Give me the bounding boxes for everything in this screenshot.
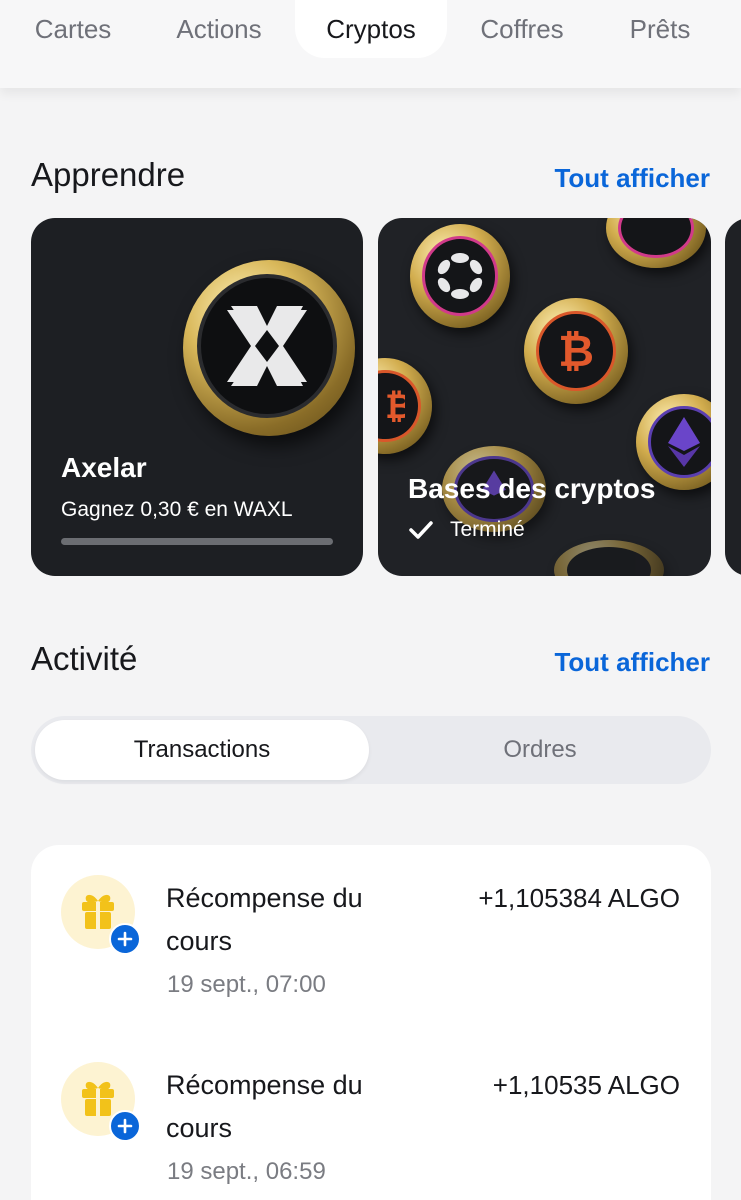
transaction-list: Récompense du cours +1,105384 ALGO 19 se… xyxy=(31,845,711,1200)
top-tab-bar: Cartes Actions Cryptos Coffres Prêts xyxy=(0,0,741,88)
segment-orders[interactable]: Ordres xyxy=(373,720,707,780)
tab-prets[interactable]: Prêts xyxy=(610,0,710,58)
transaction-row[interactable]: Récompense du cours +1,105384 ALGO 19 se… xyxy=(31,873,711,1023)
tab-cartes[interactable]: Cartes xyxy=(18,0,128,58)
tab-actions[interactable]: Actions xyxy=(160,0,278,58)
polkadot-coin-icon xyxy=(410,224,510,328)
check-icon xyxy=(409,521,433,539)
transaction-amount: +1,10535 ALGO xyxy=(492,1070,680,1100)
transaction-row[interactable]: Récompense du cours +1,10535 ALGO 19 sep… xyxy=(31,1060,711,1200)
activity-segmented-control: Transactions Ordres xyxy=(31,716,711,784)
learn-see-all-link[interactable]: Tout afficher xyxy=(554,163,710,194)
learn-card-bases[interactable]: ₿ ₿ Bases des cryptos Terminé xyxy=(378,218,711,576)
crypto-screen: Cartes Actions Cryptos Coffres Prêts App… xyxy=(0,0,741,1200)
coin-faded-icon xyxy=(554,540,664,576)
axelar-coin-icon xyxy=(183,260,355,436)
activity-section-title: Activité xyxy=(31,640,138,677)
transaction-date: 19 sept., 07:00 xyxy=(167,971,326,998)
svg-text:₿: ₿ xyxy=(558,326,594,377)
gift-icon xyxy=(82,894,114,929)
svg-text:₿: ₿ xyxy=(385,387,405,427)
segment-transactions[interactable]: Transactions xyxy=(35,720,369,780)
learn-card-status: Terminé xyxy=(450,518,525,541)
bitcoin-coin-icon: ₿ xyxy=(524,298,628,404)
learn-card-subtitle: Gagnez 0,30 € en WAXL xyxy=(61,498,293,521)
learn-card-title: Axelar xyxy=(61,452,147,483)
learn-card-axelar[interactable]: Axelar Gagnez 0,30 € en WAXL xyxy=(31,218,363,576)
learn-card-title: Bases des cryptos xyxy=(408,473,656,504)
transaction-icon xyxy=(61,1062,141,1142)
gift-icon xyxy=(82,1081,114,1116)
tab-cryptos[interactable]: Cryptos xyxy=(295,0,447,58)
transaction-date: 19 sept., 06:59 xyxy=(167,1158,326,1185)
bitcoin-coin-left-icon: ₿ xyxy=(378,358,432,454)
tab-coffres[interactable]: Coffres xyxy=(466,0,578,58)
activity-see-all-link[interactable]: Tout afficher xyxy=(554,647,710,678)
transaction-icon xyxy=(61,875,141,955)
transaction-title: Récompense du cours xyxy=(166,883,363,956)
plus-badge-icon xyxy=(109,923,141,955)
transaction-title: Récompense du cours xyxy=(166,1070,363,1143)
learn-card-progress xyxy=(61,538,333,545)
learn-card-next[interactable] xyxy=(725,218,741,576)
polkadot-coin-top-icon xyxy=(606,218,706,268)
transaction-amount: +1,105384 ALGO xyxy=(478,883,680,913)
learn-section-title: Apprendre xyxy=(31,156,186,193)
plus-badge-icon xyxy=(109,1110,141,1142)
